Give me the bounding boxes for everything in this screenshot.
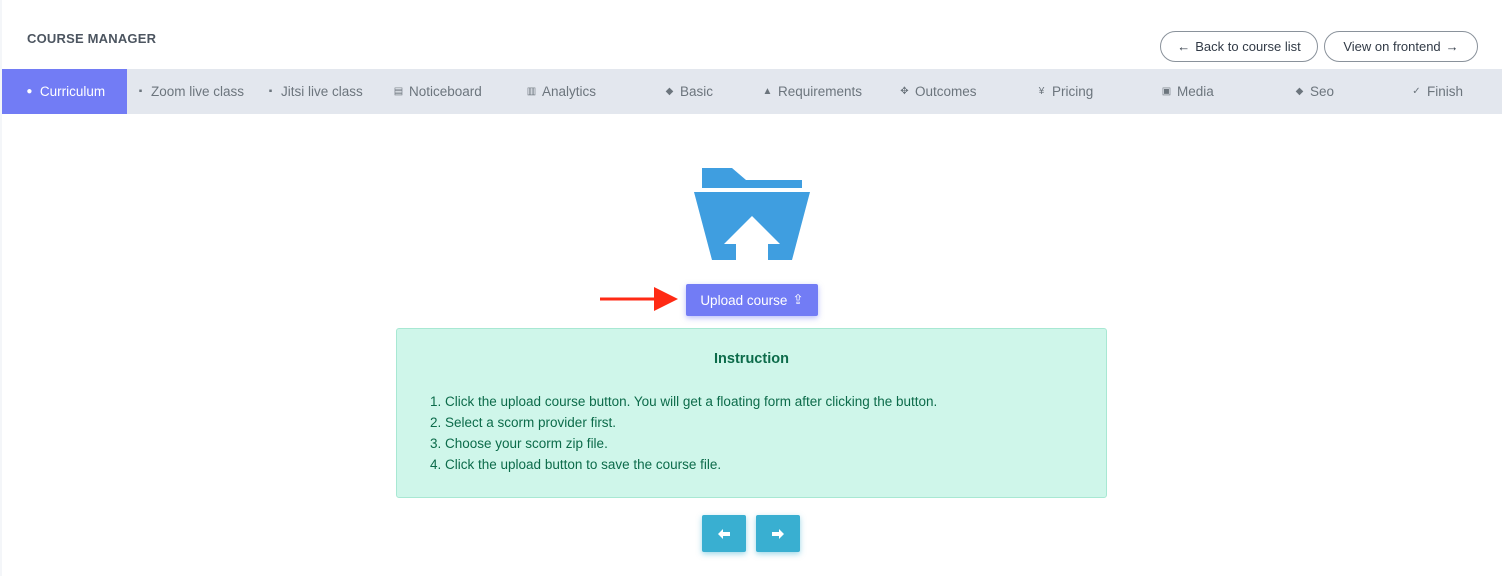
annotation-arrow-icon xyxy=(600,287,678,311)
upload-course-label: Upload course xyxy=(700,292,788,308)
tab-label: Noticeboard xyxy=(409,84,482,99)
instruction-step: 2. Select a scorm provider first. xyxy=(430,415,617,430)
back-to-course-list-label: Back to course list xyxy=(1195,39,1301,54)
course-tabs: ● Curriculum ▪ Zoom live class ▪ Jitsi l… xyxy=(2,69,1502,114)
yen-icon: ¥ xyxy=(1038,86,1045,97)
tab-pricing[interactable]: ¥ Pricing xyxy=(1036,69,1094,114)
tab-label: Pricing xyxy=(1052,84,1094,99)
instruction-step: 4. Click the upload button to save the c… xyxy=(430,457,722,472)
previous-button[interactable] xyxy=(702,515,746,552)
leaf-icon: ◆ xyxy=(665,86,674,97)
tab-label: Media xyxy=(1177,84,1214,99)
tab-requirements[interactable]: ▲ Requirements xyxy=(762,69,863,114)
tab-outcomes[interactable]: ✥ Outcomes xyxy=(899,69,977,114)
move-icon: ✥ xyxy=(900,86,909,97)
tab-media[interactable]: ▣ Media xyxy=(1161,69,1214,114)
tab-jitsi-live-class[interactable]: ▪ Jitsi live class xyxy=(265,69,363,114)
instruction-panel: Instruction 1. Click the upload course b… xyxy=(396,328,1107,498)
page-title: COURSE MANAGER xyxy=(27,31,157,46)
instruction-title: Instruction xyxy=(714,351,789,367)
tab-label: Zoom live class xyxy=(151,84,245,99)
video-icon: ▪ xyxy=(138,86,143,97)
check-circle-icon: ✓ xyxy=(1412,86,1421,97)
tab-curriculum[interactable]: ● Curriculum xyxy=(2,69,127,114)
tag-icon: ◆ xyxy=(1295,86,1304,97)
tab-label: Seo xyxy=(1310,84,1335,99)
tab-label: Analytics xyxy=(542,84,597,99)
instruction-steps: 1. Click the upload course button. You w… xyxy=(430,391,937,475)
video-icon: ▪ xyxy=(268,86,273,97)
instruction-step: 1. Click the upload course button. You w… xyxy=(430,394,938,409)
tab-zoom-live-class[interactable]: ▪ Zoom live class xyxy=(135,69,244,114)
tab-label: Curriculum xyxy=(39,84,106,99)
view-on-frontend-label: View on frontend xyxy=(1343,39,1441,54)
tab-label: Basic xyxy=(680,84,714,99)
tab-finish[interactable]: ✓ Finish xyxy=(1411,69,1463,114)
user-circle-icon: ● xyxy=(26,86,33,97)
folder-upload-icon xyxy=(694,168,810,260)
instruction-step: 3. Choose your scorm zip file. xyxy=(430,436,608,451)
next-button[interactable] xyxy=(756,515,800,552)
arrow-right-icon xyxy=(772,528,784,539)
arrow-right-icon: → xyxy=(1445,39,1459,54)
clipboard-icon: ▤ xyxy=(393,86,404,97)
tab-label: Finish xyxy=(1427,84,1464,99)
tab-label: Requirements xyxy=(778,84,863,99)
course-manager-card: COURSE MANAGER ← Back to course list Vie… xyxy=(2,0,1502,576)
arrow-left-icon xyxy=(718,528,730,539)
upload-course-button[interactable]: Upload course ⇪ xyxy=(686,284,818,316)
upload-icon: ⇪ xyxy=(792,292,804,307)
view-on-frontend-button[interactable]: View on frontend → xyxy=(1324,31,1478,62)
tab-label: Outcomes xyxy=(915,84,977,99)
media-icon: ▣ xyxy=(1161,86,1172,97)
tab-label: Jitsi live class xyxy=(281,84,363,99)
tab-noticeboard[interactable]: ▤ Noticeboard xyxy=(393,69,482,114)
tab-analytics[interactable]: ▥ Analytics xyxy=(526,69,596,114)
arrow-left-icon: ← xyxy=(1177,39,1191,54)
chart-icon: ▥ xyxy=(526,86,537,97)
tab-basic[interactable]: ◆ Basic xyxy=(664,69,713,114)
back-to-course-list-button[interactable]: ← Back to course list xyxy=(1160,31,1318,62)
tab-seo[interactable]: ◆ Seo xyxy=(1294,69,1334,114)
bell-icon: ▲ xyxy=(762,86,773,97)
